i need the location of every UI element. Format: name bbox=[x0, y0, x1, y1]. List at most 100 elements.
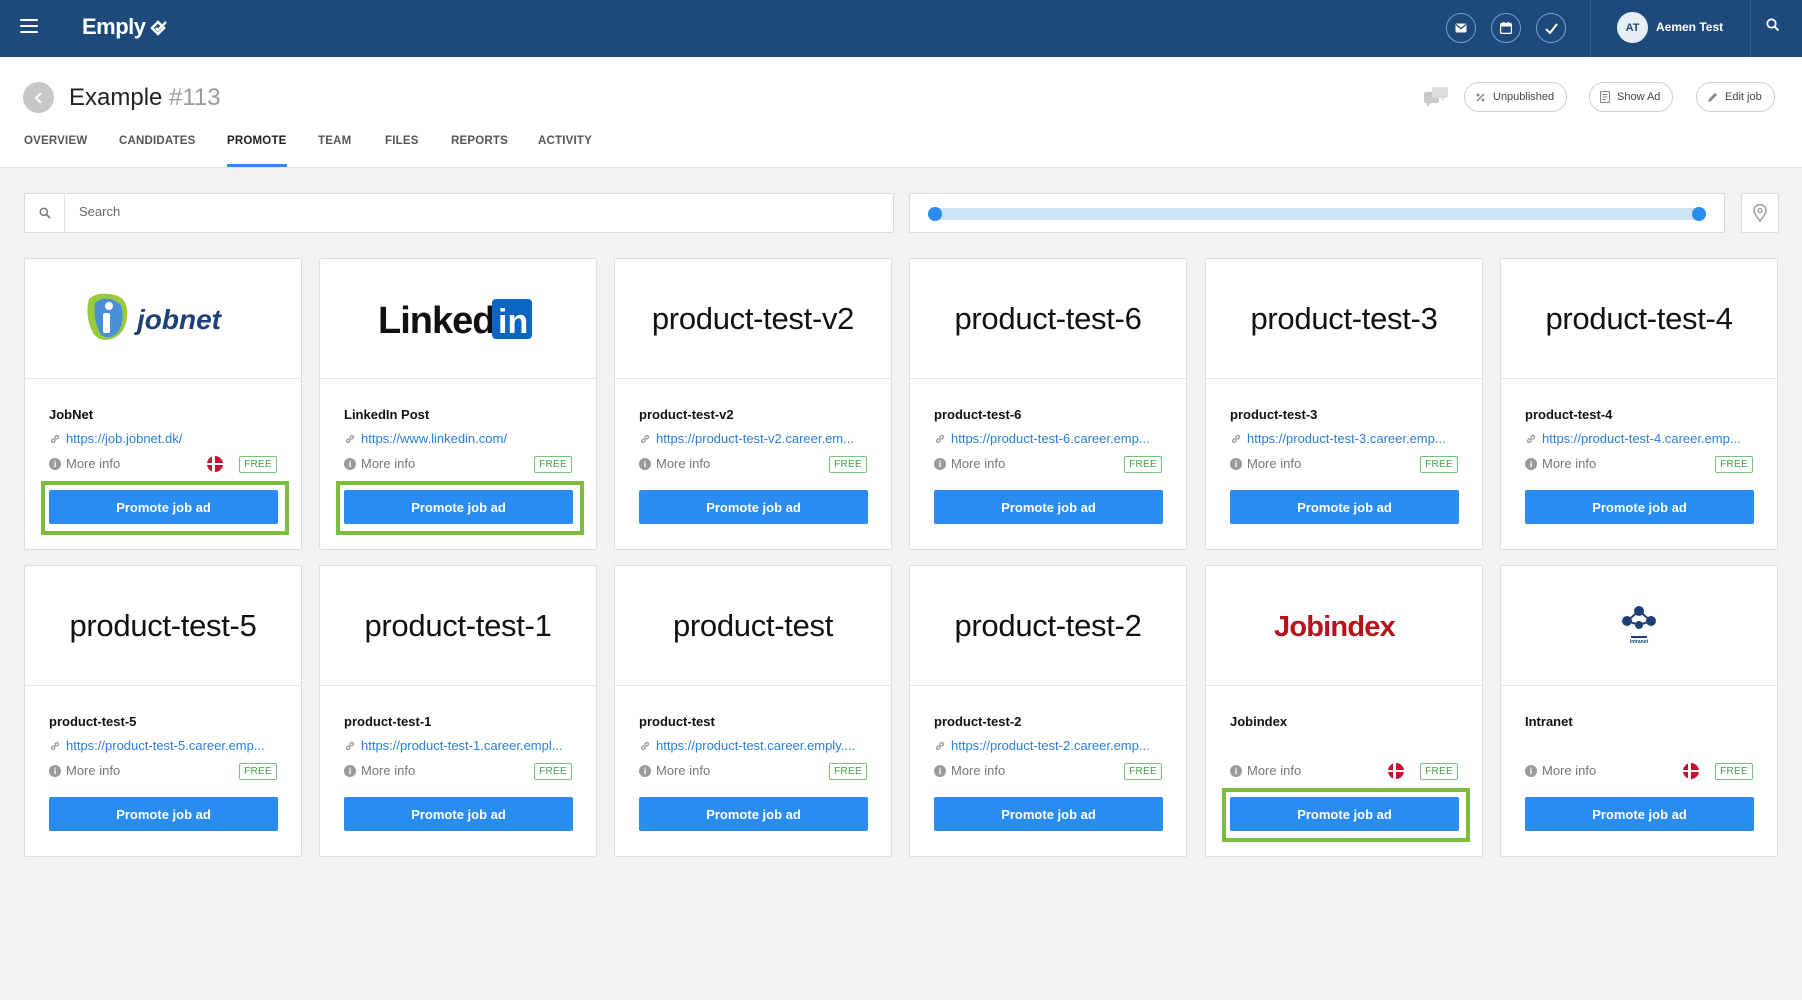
board-url[interactable]: https://www.linkedin.com/ bbox=[361, 431, 507, 446]
promote-job-ad-button[interactable]: Promote job ad bbox=[49, 490, 278, 524]
tab-overview[interactable]: OVERVIEW bbox=[24, 135, 87, 168]
range-slider-max-handle[interactable] bbox=[1692, 207, 1706, 221]
info-icon: i bbox=[639, 457, 651, 470]
board-url[interactable]: https://product-test-v2.career.em... bbox=[656, 431, 854, 446]
board-logo: product-test-v2 bbox=[615, 259, 891, 379]
board-logo-text: product-test-5 bbox=[69, 607, 257, 643]
board-url[interactable]: https://product-test-1.career.empl... bbox=[361, 738, 563, 753]
more-info-link[interactable]: i More info bbox=[344, 763, 415, 778]
denmark-flag-icon bbox=[1388, 763, 1404, 779]
menu-icon[interactable] bbox=[20, 19, 38, 35]
tab-candidates[interactable]: CANDIDATES bbox=[119, 135, 196, 168]
board-url-link[interactable]: https://product-test-6.career.emp... bbox=[934, 431, 1170, 446]
promote-job-ad-button[interactable]: Promote job ad bbox=[934, 490, 1163, 524]
username[interactable]: Aemen Test bbox=[1656, 20, 1723, 34]
link-icon bbox=[50, 434, 60, 443]
promote-job-ad-button[interactable]: Promote job ad bbox=[49, 797, 278, 831]
info-icon: i bbox=[49, 764, 61, 777]
svg-text:jobnet: jobnet bbox=[133, 304, 223, 335]
board-url-link[interactable]: https://product-test-1.career.empl... bbox=[344, 738, 580, 753]
brand-logo[interactable]: Emply bbox=[82, 14, 168, 40]
chat-icon[interactable] bbox=[1424, 87, 1448, 112]
board-url-link[interactable]: https://www.linkedin.com/ bbox=[344, 431, 580, 446]
job-board-card: product-test-3 product-test-3 https://pr… bbox=[1205, 258, 1483, 550]
promote-job-ad-button[interactable]: Promote job ad bbox=[1230, 797, 1459, 831]
tab-team[interactable]: TEAM bbox=[318, 135, 351, 168]
promote-job-ad-button[interactable]: Promote job ad bbox=[1525, 797, 1754, 831]
board-url-link[interactable]: https://product-test-3.career.emp... bbox=[1230, 431, 1466, 446]
more-info-link[interactable]: i More info bbox=[49, 763, 120, 778]
range-slider-track[interactable] bbox=[928, 207, 1706, 221]
job-board-card: Intranet Intranet i More info FREE Promo… bbox=[1500, 565, 1778, 857]
link-icon bbox=[935, 741, 945, 750]
board-name: LinkedIn Post bbox=[344, 407, 430, 422]
board-url[interactable]: https://product-test-5.career.emp... bbox=[66, 738, 265, 753]
board-logo-text: product-test-4 bbox=[1545, 300, 1733, 336]
more-info-link[interactable]: i More info bbox=[639, 763, 710, 778]
board-logo-text: product-test-1 bbox=[364, 607, 552, 643]
board-name: product-test bbox=[639, 714, 715, 729]
promote-job-ad-button[interactable]: Promote job ad bbox=[344, 797, 573, 831]
more-info-label: More info bbox=[66, 763, 121, 778]
board-url-link[interactable]: https://job.jobnet.dk/ bbox=[49, 431, 285, 446]
promote-job-ad-button[interactable]: Promote job ad bbox=[1230, 490, 1459, 524]
more-info-link[interactable]: i More info bbox=[344, 456, 415, 471]
more-info-link[interactable]: i More info bbox=[1525, 456, 1596, 471]
check-icon[interactable] bbox=[1536, 13, 1566, 43]
board-url[interactable]: https://product-test-6.career.emp... bbox=[951, 431, 1150, 446]
board-url-link[interactable]: https://product-test.career.emply.... bbox=[639, 738, 875, 753]
promote-job-ad-button[interactable]: Promote job ad bbox=[639, 490, 868, 524]
search-icon[interactable] bbox=[1766, 18, 1786, 38]
free-badge: FREE bbox=[829, 763, 867, 780]
mail-icon[interactable] bbox=[1446, 13, 1476, 43]
jobnet-logo-icon: jobnet bbox=[86, 293, 223, 340]
link-icon bbox=[640, 434, 650, 443]
more-info-link[interactable]: i More info bbox=[1230, 763, 1301, 778]
search-box bbox=[24, 193, 894, 233]
board-url[interactable]: https://product-test.career.emply.... bbox=[656, 738, 855, 753]
promote-job-ad-button[interactable]: Promote job ad bbox=[344, 490, 573, 524]
back-button[interactable] bbox=[23, 82, 54, 113]
tab-promote[interactable]: PROMOTE bbox=[227, 135, 287, 168]
edit-job-button[interactable]: Edit job bbox=[1696, 82, 1775, 112]
free-badge: FREE bbox=[1124, 456, 1162, 473]
more-info-link[interactable]: i More info bbox=[1525, 763, 1596, 778]
board-url[interactable]: https://product-test-2.career.emp... bbox=[951, 738, 1150, 753]
more-info-link[interactable]: i More info bbox=[639, 456, 710, 471]
more-info-link[interactable]: i More info bbox=[934, 763, 1005, 778]
more-info-link[interactable]: i More info bbox=[934, 456, 1005, 471]
promote-job-ad-button[interactable]: Promote job ad bbox=[934, 797, 1163, 831]
tab-activity[interactable]: ACTIVITY bbox=[538, 135, 592, 168]
board-url[interactable]: https://product-test-4.career.emp... bbox=[1542, 431, 1741, 446]
more-info-link[interactable]: i More info bbox=[1230, 456, 1301, 471]
show-ad-button[interactable]: Show Ad bbox=[1589, 82, 1674, 112]
location-filter-button[interactable] bbox=[1741, 193, 1779, 233]
range-slider-min-handle[interactable] bbox=[928, 207, 942, 221]
board-url-link[interactable]: https://product-test-2.career.emp... bbox=[934, 738, 1170, 753]
board-logo: product-test-2 bbox=[910, 566, 1186, 686]
board-logo-text: product-test-2 bbox=[954, 607, 1142, 643]
calendar-icon[interactable] bbox=[1491, 13, 1521, 43]
job-header: Example #113 Unpublished Show Ad Edit jo… bbox=[0, 57, 1802, 168]
info-icon: i bbox=[1230, 764, 1242, 777]
tab-files[interactable]: FILES bbox=[385, 135, 419, 168]
search-input[interactable] bbox=[79, 204, 859, 219]
chevron-left-icon bbox=[34, 91, 42, 104]
more-info-link[interactable]: i More info bbox=[49, 456, 120, 471]
info-icon: i bbox=[934, 764, 946, 777]
board-url-link[interactable]: https://product-test-v2.career.em... bbox=[639, 431, 875, 446]
tab-reports[interactable]: REPORTS bbox=[451, 135, 508, 168]
avatar[interactable]: AT bbox=[1617, 12, 1648, 43]
link-icon bbox=[345, 741, 355, 750]
link-icon bbox=[1526, 434, 1536, 443]
board-url-link[interactable]: https://product-test-4.career.emp... bbox=[1525, 431, 1761, 446]
publish-status-button[interactable]: Unpublished bbox=[1464, 82, 1568, 112]
promote-job-ad-button[interactable]: Promote job ad bbox=[639, 797, 868, 831]
board-url[interactable]: https://job.jobnet.dk/ bbox=[66, 431, 182, 446]
board-url-link[interactable]: https://product-test-5.career.emp... bbox=[49, 738, 285, 753]
denmark-flag-icon bbox=[207, 456, 223, 472]
board-url[interactable]: https://product-test-3.career.emp... bbox=[1247, 431, 1446, 446]
document-icon bbox=[1600, 91, 1610, 103]
job-board-card: product-test product-test https://produc… bbox=[614, 565, 892, 857]
promote-job-ad-button[interactable]: Promote job ad bbox=[1525, 490, 1754, 524]
